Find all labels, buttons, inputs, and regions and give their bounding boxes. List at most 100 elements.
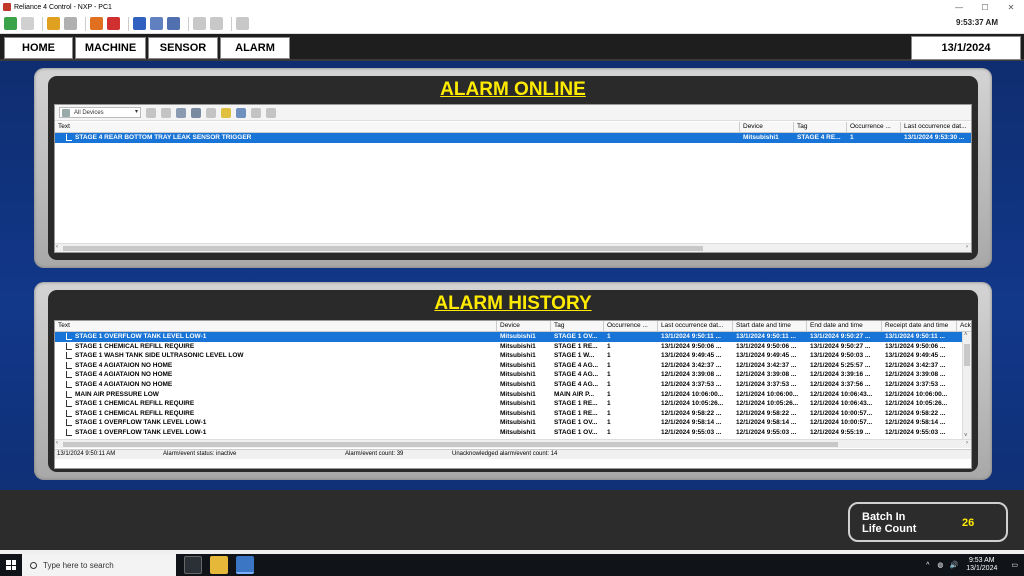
column-header-tag[interactable]: Tag (794, 122, 847, 132)
hscroll-thumb[interactable] (63, 246, 703, 251)
report-icon[interactable] (150, 17, 163, 30)
table-row[interactable]: STAGE 1 OVERFLOW TANK LEVEL LOW-1 Mitsubi… (55, 428, 964, 438)
alarm-history-vscroll[interactable]: ˄ ˅ (962, 332, 971, 439)
column-header-last-occurrence[interactable]: Last occurrence dat... (658, 321, 733, 331)
print-icon[interactable] (251, 107, 261, 118)
export-icon[interactable] (236, 107, 246, 118)
alarm-occurrence-cell: 1 (607, 352, 611, 360)
lightbulb-icon[interactable] (221, 107, 231, 118)
alarm-online-row[interactable]: STAGE 4 REAR BOTTOM TRAY LEAK SENSOR TRI… (55, 133, 971, 143)
alarm-start-cell: 12/1/2024 10:05:26... (736, 400, 799, 408)
alarm-flag-icon (66, 371, 72, 379)
window-icon[interactable] (21, 17, 34, 30)
alarm-history-hscroll[interactable]: ‹ › (55, 439, 971, 448)
column-header-occurrence[interactable]: Occurrence ... (604, 321, 658, 331)
alarm-last-occurrence-cell: 12/1/2024 3:42:37 ... (661, 361, 722, 369)
alarm-end-cell: 12/1/2024 9:55:19 ... (810, 429, 871, 436)
column-header-tag[interactable]: Tag (551, 321, 604, 331)
toolbar-separator (231, 16, 232, 31)
scroll-up-icon[interactable]: ˄ (964, 332, 968, 338)
file-explorer-icon[interactable] (210, 556, 228, 574)
alarm-text-cell: STAGE 4 AGIATAION NO HOME (55, 380, 497, 390)
table-row[interactable]: STAGE 1 OVERFLOW TANK LEVEL LOW-1 Mitsubi… (55, 418, 964, 428)
alarm-last-occurrence-cell: 12/1/2024 3:37:53 ... (661, 381, 722, 388)
alarm-online-hscroll[interactable]: ‹ › (55, 243, 971, 252)
scroll-left-icon[interactable]: ‹ (56, 440, 58, 446)
comment-icon[interactable] (191, 107, 201, 118)
alarm-receipt-cell: 12/1/2024 10:05:26... (885, 400, 948, 408)
acknowledge-icon[interactable] (146, 107, 156, 118)
table-row[interactable]: STAGE 4 AGIATAION NO HOME Mitsubishi1 STAG… (55, 361, 964, 371)
scroll-right-icon[interactable]: › (966, 440, 968, 446)
tray-chevron-icon[interactable]: ^ (926, 562, 929, 569)
column-header-ack[interactable]: Ack (957, 321, 971, 331)
tab-home[interactable]: HOME (4, 37, 73, 59)
column-header-text[interactable]: Text (55, 122, 740, 132)
tab-machine[interactable]: MACHINE (75, 37, 146, 59)
scroll-left-icon[interactable]: ‹ (56, 244, 58, 250)
device-settings-icon[interactable] (176, 107, 186, 118)
column-header-occurrence[interactable]: Occurrence ... (847, 122, 901, 132)
close-button[interactable]: ✕ (998, 3, 1024, 12)
column-header-device[interactable]: Device (740, 122, 794, 132)
alarm-receipt-cell: 12/1/2024 9:58:14 ... (885, 419, 946, 427)
alarm-last-occurrence-cell: 12/1/2024 9:58:22 ... (661, 409, 722, 417)
task-view-icon[interactable] (184, 556, 202, 574)
alarm-receipt-cell: 12/1/2024 3:37:53 ... (885, 381, 946, 388)
table-row[interactable]: STAGE 1 CHEMICAL REFILL REQUIRE Mitsubish… (55, 399, 964, 409)
taskbar-clock[interactable]: 9:53 AM 13/1/2024 (966, 557, 997, 573)
alarm-online-inner: ALARM ONLINE All Devices ▾ Text Device T… (48, 76, 978, 260)
hscroll-thumb[interactable] (63, 442, 838, 447)
table-row[interactable]: STAGE 4 AGIATAION NO HOME Mitsubishi1 STAG… (55, 380, 964, 390)
column-header-end[interactable]: End date and time (807, 321, 882, 331)
network-icon[interactable]: ◍ (937, 561, 943, 569)
table-row[interactable]: STAGE 1 CHEMICAL REFILL REQUIRE Mitsubish… (55, 409, 964, 419)
speaker-icon[interactable]: 🔊 (950, 561, 959, 569)
scroll-right-icon[interactable]: › (966, 244, 968, 250)
user-logout-icon[interactable] (64, 17, 77, 30)
back-icon[interactable] (4, 17, 17, 30)
start-button[interactable] (0, 554, 22, 576)
table-row[interactable]: STAGE 1 WASH TANK SIDE ULTRASONIC LEVEL … (55, 351, 964, 361)
alarm-end-cell: 13/1/2024 9:50:27 ... (810, 342, 871, 350)
alarm-end-cell: 12/1/2024 3:37:56 ... (810, 381, 871, 388)
column-header-last-occurrence[interactable]: Last occurrence dat... (901, 122, 971, 132)
tab-sensor[interactable]: SENSOR (148, 37, 218, 59)
window-title: Reliance 4 Control - NXP - PC1 (14, 3, 112, 11)
tab-alarm[interactable]: ALARM (220, 37, 290, 59)
column-header-start[interactable]: Start date and time (733, 321, 807, 331)
alarm-ack-icon[interactable] (107, 17, 120, 30)
alarm-icon[interactable] (90, 17, 103, 30)
window-titlebar: Reliance 4 Control - NXP - PC1 — ☐ ✕ (0, 0, 1024, 14)
exit-icon[interactable] (236, 17, 249, 30)
alarm-flag-icon (66, 381, 72, 388)
minimize-button[interactable]: — (946, 3, 972, 12)
alarm-text: STAGE 4 REAR BOTTOM TRAY LEAK SENSOR TRI… (75, 134, 252, 141)
properties-icon[interactable] (266, 107, 276, 118)
column-header-device[interactable]: Device (497, 321, 551, 331)
database-icon[interactable] (167, 17, 180, 30)
acknowledge-all-icon[interactable] (161, 107, 171, 118)
table-row[interactable]: MAIN AIR PRESSURE LOW Mitsubishi1 MAIN AIR… (55, 390, 964, 400)
column-header-text[interactable]: Text (55, 321, 497, 331)
vscroll-thumb[interactable] (964, 344, 970, 366)
windows-taskbar: Type here to search ^ ◍ 🔊 9:53 AM 13/1/2… (0, 554, 1024, 576)
maximize-button[interactable]: ☐ (972, 3, 998, 12)
reliance-app-icon[interactable] (236, 556, 254, 574)
user-login-icon[interactable] (47, 17, 60, 30)
notification-icon[interactable]: ▭ (1011, 561, 1018, 569)
table-row[interactable]: STAGE 1 OVERFLOW TANK LEVEL LOW-1 Mitsubi… (55, 332, 964, 342)
table-row[interactable]: STAGE 1 CHEMICAL REFILL REQUIRE Mitsubish… (55, 342, 964, 352)
taskbar-search[interactable]: Type here to search (22, 554, 176, 576)
toolbar-separator (128, 16, 129, 31)
chart-icon[interactable] (133, 17, 146, 30)
table-row[interactable]: STAGE 4 AGIATAION NO HOME Mitsubishi1 STAG… (55, 370, 964, 380)
print-icon[interactable] (193, 17, 206, 30)
filter-icon[interactable] (206, 107, 216, 118)
column-header-receipt[interactable]: Receipt date and time (882, 321, 957, 331)
device-filter-select[interactable]: All Devices ▾ (59, 107, 141, 118)
print-preview-icon[interactable] (210, 17, 223, 30)
alarm-end-cell: 12/1/2024 10:06:43... (810, 400, 873, 408)
alarm-last-occurrence-cell: 12/1/2024 10:05:26... (661, 400, 724, 408)
alarm-device-cell: Mitsubishi1 (500, 381, 536, 388)
